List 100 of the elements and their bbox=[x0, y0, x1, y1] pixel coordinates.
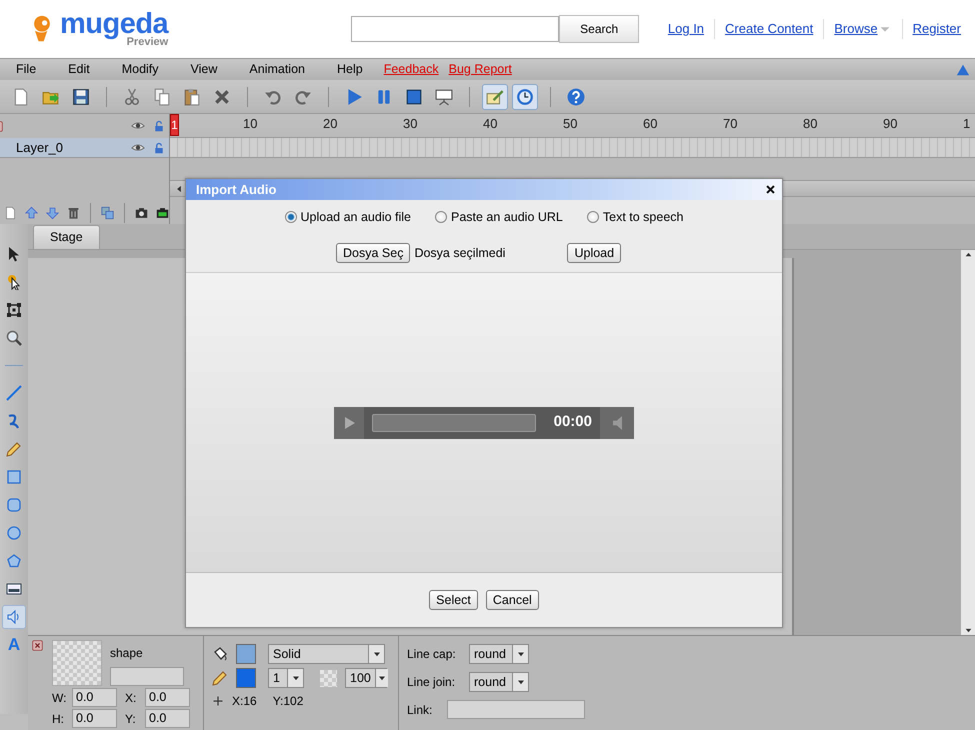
link-field[interactable] bbox=[447, 700, 585, 719]
close-icon[interactable] bbox=[765, 184, 776, 195]
layer-frames-row[interactable] bbox=[170, 138, 975, 158]
choose-file-button[interactable]: Dosya Seç bbox=[336, 243, 410, 263]
edit-button[interactable] bbox=[482, 84, 508, 110]
current-frame-marker[interactable]: 1 bbox=[170, 114, 179, 136]
curve-icon bbox=[6, 413, 22, 429]
search-button[interactable]: Search bbox=[559, 15, 640, 43]
image-icon bbox=[6, 581, 22, 597]
fill-style-select[interactable]: Solid bbox=[268, 644, 385, 664]
dialog-button[interactable]: Select bbox=[429, 590, 478, 610]
menu-item[interactable]: Help bbox=[321, 60, 379, 79]
opacity-icon bbox=[320, 670, 337, 686]
number-field[interactable]: 0.0 bbox=[72, 688, 117, 707]
audio-tool-button[interactable] bbox=[2, 605, 26, 629]
menu-item[interactable]: Modify bbox=[106, 60, 175, 79]
radio-button[interactable] bbox=[586, 211, 599, 223]
transform-icon bbox=[6, 302, 22, 318]
clock-button[interactable] bbox=[512, 84, 538, 110]
fill-color-swatch[interactable] bbox=[236, 644, 256, 664]
name-field[interactable] bbox=[110, 667, 184, 686]
menu-item[interactable]: View bbox=[174, 60, 234, 79]
lock-icon[interactable] bbox=[153, 142, 165, 154]
line-cap-select[interactable]: round bbox=[469, 644, 529, 664]
new-file-icon bbox=[12, 88, 30, 106]
camera-icon[interactable] bbox=[156, 206, 169, 220]
menu-item[interactable]: File bbox=[0, 60, 52, 79]
copy-icon bbox=[153, 88, 171, 106]
field-label: Line join: bbox=[407, 674, 456, 691]
stage-tab[interactable]: Stage bbox=[33, 225, 100, 249]
layer-row[interactable]: Layer_0 bbox=[0, 138, 169, 158]
time-display: 00:00 bbox=[554, 412, 592, 432]
move-up-icon[interactable] bbox=[25, 206, 38, 220]
menu-item[interactable]: Animation bbox=[233, 60, 321, 79]
frame-number: 30 bbox=[403, 115, 418, 133]
line-icon bbox=[6, 385, 22, 401]
pencil-icon bbox=[6, 441, 22, 457]
dropdown-link[interactable]: Browse bbox=[823, 19, 902, 39]
subselect-icon bbox=[6, 274, 22, 290]
rectangle-icon bbox=[6, 469, 22, 485]
frame-number: 40 bbox=[483, 115, 498, 133]
collapse-arrow-icon[interactable] bbox=[955, 62, 971, 76]
option-label: Paste an audio URL bbox=[451, 208, 563, 226]
frame-number: 50 bbox=[563, 115, 578, 133]
line-join-select[interactable]: round bbox=[469, 672, 529, 692]
edit-icon bbox=[486, 88, 504, 106]
radio-button[interactable] bbox=[284, 211, 296, 223]
opacity-select[interactable]: 100 bbox=[345, 668, 387, 688]
menu-item[interactable]: Edit bbox=[52, 60, 106, 79]
clock-icon bbox=[516, 88, 534, 106]
field-label: Y: bbox=[125, 710, 137, 728]
stop-icon bbox=[405, 88, 423, 106]
help-icon bbox=[567, 88, 585, 106]
shape-preview bbox=[52, 640, 102, 686]
cursor-coordinate: X:16 bbox=[232, 693, 257, 710]
layers-icon[interactable] bbox=[101, 206, 114, 220]
dialog-button[interactable]: Cancel bbox=[486, 590, 539, 610]
field-label: W: bbox=[52, 690, 68, 706]
cursor-coordinate: Y:102 bbox=[272, 693, 304, 710]
field-label: H: bbox=[52, 710, 65, 728]
number-field[interactable]: 0.0 bbox=[72, 709, 117, 728]
speaker-icon bbox=[612, 416, 622, 430]
move-down-icon[interactable] bbox=[46, 206, 60, 220]
paste-icon bbox=[183, 88, 201, 106]
upload-button[interactable]: Upload bbox=[567, 243, 622, 263]
volume-button[interactable] bbox=[600, 406, 634, 438]
pencil-icon[interactable] bbox=[212, 670, 228, 686]
object-type-label: shape bbox=[110, 645, 144, 662]
dialog-title: Import Audio bbox=[196, 180, 276, 199]
number-field[interactable]: 0.0 bbox=[145, 688, 190, 707]
frame-number: 70 bbox=[723, 115, 738, 133]
radio-button[interactable] bbox=[435, 211, 447, 223]
frame-number: 1 bbox=[963, 115, 972, 133]
number-field[interactable]: 0.0 bbox=[145, 709, 190, 728]
crosshair-icon bbox=[212, 695, 224, 707]
frame-number: 60 bbox=[643, 115, 658, 133]
frame-number: 90 bbox=[883, 115, 898, 133]
play-button[interactable] bbox=[334, 406, 364, 438]
header-link[interactable]: Create Content bbox=[714, 19, 824, 39]
search-field[interactable] bbox=[351, 16, 560, 42]
new-layer-icon[interactable] bbox=[4, 206, 18, 220]
file-status-text: Dosya seçilmedi bbox=[414, 244, 506, 262]
camera-icon[interactable] bbox=[134, 206, 148, 220]
frame-number: 20 bbox=[323, 115, 338, 133]
logo-tagline: Preview bbox=[126, 36, 168, 48]
stroke-width-select[interactable]: 1 bbox=[268, 668, 304, 688]
progress-track[interactable] bbox=[372, 414, 536, 432]
field-label: Link: bbox=[407, 702, 434, 718]
header-link[interactable]: Log In bbox=[658, 19, 714, 39]
trash-icon[interactable] bbox=[67, 206, 80, 220]
header-link[interactable]: Register bbox=[902, 19, 971, 39]
stroke-color-swatch[interactable] bbox=[236, 668, 256, 688]
lock-icon[interactable] bbox=[153, 120, 165, 132]
fill-bucket-icon[interactable] bbox=[212, 646, 228, 662]
option-label: Upload an audio file bbox=[300, 208, 411, 226]
vertical-scrollbar[interactable] bbox=[960, 250, 975, 635]
field-label: X: bbox=[125, 690, 138, 706]
option-label: Text to speech bbox=[602, 208, 684, 226]
delete-icon bbox=[213, 88, 231, 106]
frame-number: 80 bbox=[803, 115, 818, 133]
